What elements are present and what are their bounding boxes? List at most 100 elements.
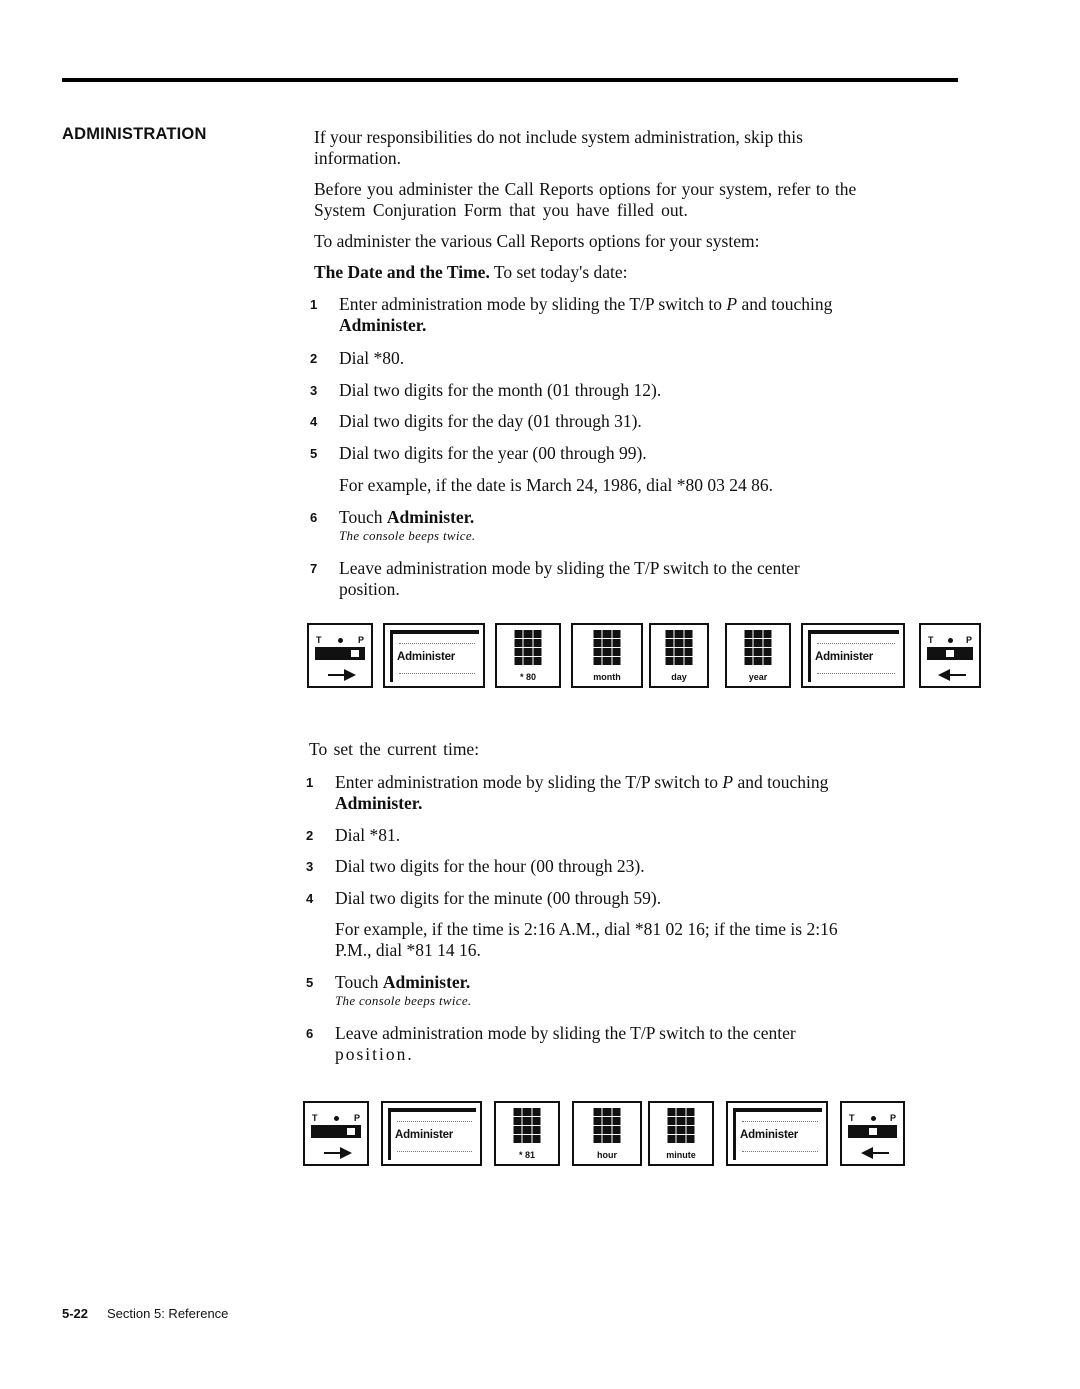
step-text: Dial two digits for the year (00 through… bbox=[339, 443, 939, 464]
keypad-key bbox=[667, 1117, 676, 1125]
step-text: Dial *81. bbox=[335, 825, 935, 846]
administer-label: Administer bbox=[815, 651, 874, 663]
button-texture bbox=[399, 643, 475, 646]
keypad-key bbox=[676, 1135, 686, 1143]
arrow-left-icon bbox=[938, 669, 966, 681]
switch-center-dot bbox=[948, 638, 953, 643]
switch-center-dot bbox=[334, 1116, 339, 1121]
keypad-grid bbox=[514, 630, 542, 665]
switch-label-p: P bbox=[353, 1113, 360, 1123]
keypad-key bbox=[523, 639, 533, 647]
keypad-key bbox=[667, 1126, 676, 1134]
step-italic: P bbox=[722, 772, 734, 792]
step-text: Leave administration mode by sliding the… bbox=[339, 558, 939, 600]
step-text-part: Dial two digits for the minute (00 throu… bbox=[335, 888, 662, 908]
keypad-key bbox=[522, 1135, 532, 1143]
step-text: Dial *80. bbox=[339, 348, 939, 369]
switch-label-p: P bbox=[965, 635, 972, 645]
intro-p1-line2: information. bbox=[314, 148, 401, 168]
switch-label-t: T bbox=[928, 635, 934, 645]
administer-button-icon: Administer bbox=[726, 1101, 828, 1166]
administer-label: Administer bbox=[397, 651, 456, 663]
step-line: Enter administration mode by sliding the… bbox=[335, 772, 935, 793]
keypad-grid bbox=[593, 1108, 621, 1143]
page-number: 5-22 bbox=[62, 1306, 89, 1321]
step-line: Touch Administer. bbox=[339, 507, 939, 528]
step-text: Dial two digits for the month (01 throug… bbox=[339, 380, 939, 401]
step-text-part: Dial *80. bbox=[339, 348, 405, 368]
keypad-key bbox=[612, 648, 621, 656]
keypad-key bbox=[667, 1135, 676, 1143]
keypad-key bbox=[763, 630, 772, 638]
switch-label-t: T bbox=[849, 1113, 855, 1123]
switch-label-p: P bbox=[889, 1113, 896, 1123]
keypad-key bbox=[593, 1117, 602, 1125]
tp-switch-icon: TP bbox=[840, 1101, 905, 1166]
example-text: For example, if the time is 2:16 A.M., d… bbox=[335, 919, 935, 961]
keypad-key bbox=[686, 1126, 695, 1134]
keypad-key bbox=[612, 1117, 621, 1125]
keypad-key bbox=[602, 639, 612, 647]
dialpad-caption: minute bbox=[666, 1150, 696, 1160]
keypad-key bbox=[665, 648, 674, 656]
keypad-key bbox=[602, 1135, 612, 1143]
arrow-right-icon bbox=[328, 669, 356, 681]
step-number: 5 bbox=[310, 446, 318, 461]
tp-switch-icon: TP bbox=[307, 623, 373, 688]
step-number: 5 bbox=[306, 975, 314, 990]
step-line: Dial two digits for the minute (00 throu… bbox=[335, 888, 935, 909]
keypad-key bbox=[665, 639, 674, 647]
button-texture bbox=[397, 1151, 472, 1154]
step-text-part: Leave administration mode by sliding the… bbox=[335, 1023, 796, 1043]
step-number: 1 bbox=[310, 297, 318, 312]
step-line: position. bbox=[339, 579, 400, 599]
step-line: Dial two digits for the hour (00 through… bbox=[335, 856, 935, 877]
subhead-rest: To set today's date: bbox=[489, 262, 628, 282]
switch-label-t: T bbox=[316, 635, 322, 645]
administer-label: Administer bbox=[740, 1129, 799, 1141]
step-text-part: Touch bbox=[339, 507, 387, 527]
dialpad-icon: year bbox=[725, 623, 791, 688]
keypad-key bbox=[667, 1108, 676, 1116]
switch-slot bbox=[848, 1125, 897, 1138]
keypad-grid bbox=[667, 1108, 695, 1143]
switch-slot bbox=[311, 1125, 361, 1138]
step-line: Dial two digits for the month (01 throug… bbox=[339, 380, 939, 401]
step-number: 4 bbox=[310, 414, 318, 429]
step-line: Dial two digits for the day (01 through … bbox=[339, 411, 939, 432]
administer-button-icon: Administer bbox=[381, 1101, 482, 1166]
step-text-part: and touching bbox=[737, 294, 833, 314]
switch-label-t: T bbox=[312, 1113, 318, 1123]
step-text: Leave administration mode by sliding the… bbox=[335, 1023, 935, 1065]
keypad-key bbox=[593, 630, 602, 638]
intro-p1-line1: If your responsibilities do not include … bbox=[314, 127, 803, 147]
step-line: Leave administration mode by sliding the… bbox=[339, 558, 939, 579]
keypad-key bbox=[533, 630, 542, 638]
keypad-key bbox=[602, 648, 612, 656]
keypad-key bbox=[676, 1126, 686, 1134]
button-texture bbox=[817, 673, 895, 676]
example-text: For example, if the date is March 24, 19… bbox=[339, 475, 939, 496]
keypad-key bbox=[593, 648, 602, 656]
administer-keyword: Administer. bbox=[335, 793, 423, 813]
keypad-key bbox=[686, 1135, 695, 1143]
keypad-key bbox=[753, 630, 763, 638]
keypad-key bbox=[612, 630, 621, 638]
keypad-key bbox=[532, 1135, 541, 1143]
keypad-key bbox=[753, 657, 763, 665]
switch-center-dot bbox=[338, 638, 343, 643]
keypad-key bbox=[684, 657, 693, 665]
button-texture bbox=[742, 1151, 818, 1154]
console-note: The console beeps twice. bbox=[339, 528, 476, 543]
keypad-key bbox=[753, 648, 763, 656]
step-number: 4 bbox=[306, 891, 314, 906]
dialpad-caption: year bbox=[748, 672, 768, 682]
switch-label-p: P bbox=[357, 635, 364, 645]
intro-paragraph-1: If your responsibilities do not include … bbox=[314, 127, 803, 169]
step-number: 3 bbox=[310, 383, 318, 398]
keypad-grid bbox=[744, 630, 772, 665]
step-number: 7 bbox=[310, 561, 318, 576]
keypad-key bbox=[744, 630, 753, 638]
step-line: Dial *81. bbox=[335, 825, 935, 846]
step-number: 2 bbox=[310, 351, 318, 366]
